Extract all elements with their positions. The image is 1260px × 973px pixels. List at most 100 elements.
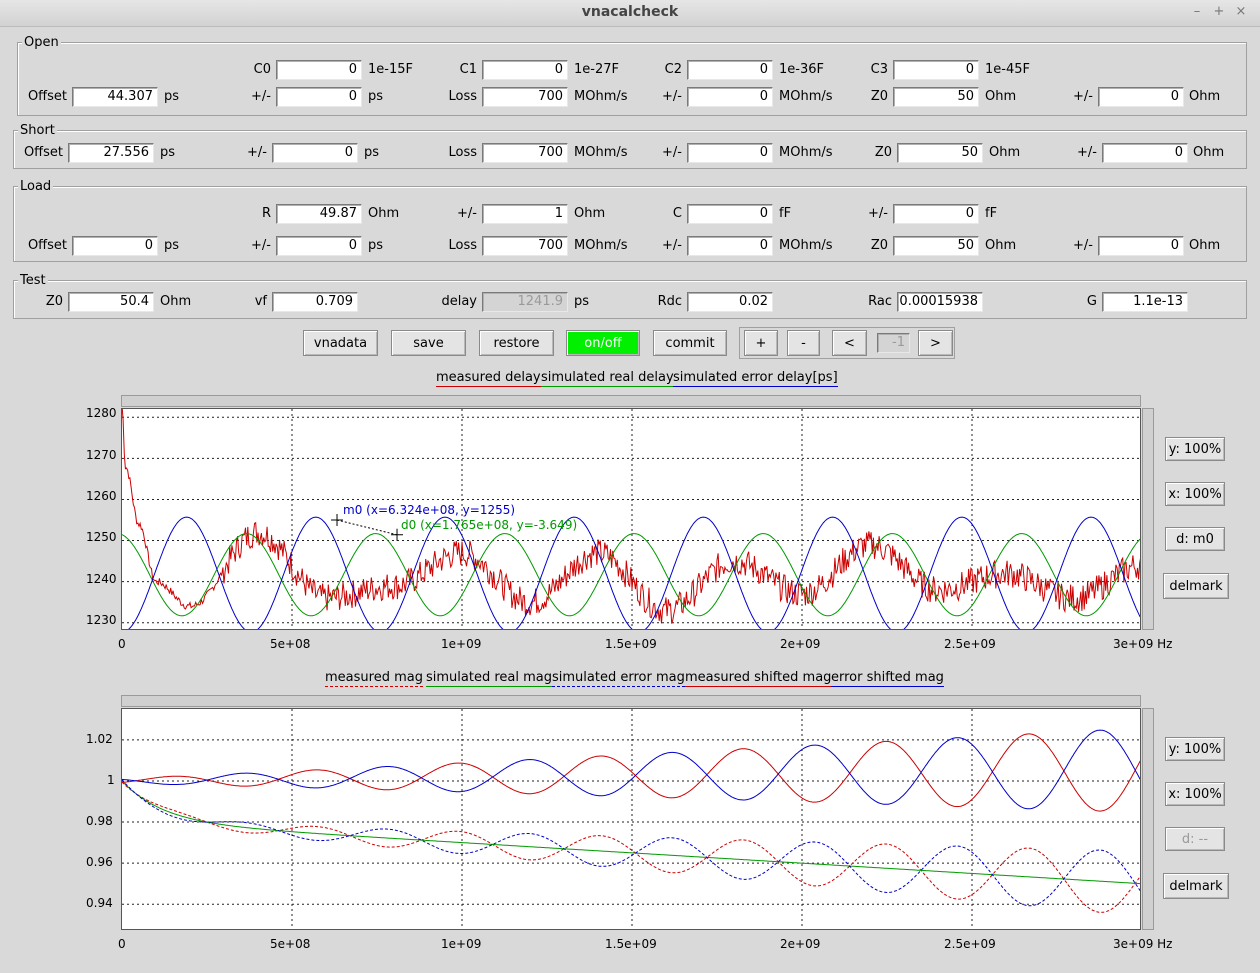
open-pm3-field[interactable]: 0 xyxy=(1098,87,1184,107)
open-z0-field[interactable]: 50 xyxy=(893,87,979,107)
chart2-horizontal-scrollbar[interactable] xyxy=(121,695,1141,707)
delta-line xyxy=(336,519,398,536)
close-button[interactable]: × xyxy=(1232,4,1250,20)
load-loss-field[interactable]: 700 xyxy=(482,236,568,256)
load-pmr-field[interactable]: 1 xyxy=(482,204,568,224)
chart1-x-zoom-button[interactable]: x: 100% xyxy=(1165,482,1225,506)
chart1-delta-marker-button[interactable]: d: m0 xyxy=(1165,527,1225,551)
chart2-delmark-button[interactable]: delmark xyxy=(1163,873,1229,899)
remove-button[interactable]: - xyxy=(787,330,820,356)
legend-error-shifted-mag[interactable]: error shifted mag xyxy=(831,670,944,687)
y-tick: 1.02 xyxy=(86,732,113,746)
legend-simulated-error-delay[interactable]: simulated error delay[ps] xyxy=(673,370,838,387)
load-z0-label: Z0 xyxy=(870,238,888,253)
y-tick: 1230 xyxy=(86,613,117,627)
next-button[interactable]: > xyxy=(918,330,953,356)
load-pm1-field[interactable]: 0 xyxy=(276,236,362,256)
vnadata-button[interactable]: vnadata xyxy=(303,330,378,356)
maximize-button[interactable]: + xyxy=(1210,4,1228,20)
c3-field[interactable]: 0 xyxy=(893,60,979,80)
load-loss-unit: MOhm/s xyxy=(574,238,628,253)
y-tick: 1260 xyxy=(86,489,117,503)
test-z0-unit: Ohm xyxy=(160,294,192,309)
load-r-unit: Ohm xyxy=(368,206,400,221)
chart1-horizontal-scrollbar[interactable] xyxy=(121,395,1141,407)
y-tick: 1250 xyxy=(86,530,117,544)
legend-simulated-error-mag[interactable]: simulated error mag xyxy=(552,670,685,687)
short-z0-field[interactable]: 50 xyxy=(897,143,983,163)
test-z0-field[interactable]: 50.4 xyxy=(68,292,154,312)
test-group-title: Test xyxy=(18,273,48,288)
legend-simulated-real-delay[interactable]: simulated real delay xyxy=(541,370,674,387)
short-pm1-field[interactable]: 0 xyxy=(272,143,358,163)
series-measured-mag xyxy=(122,781,1140,913)
open-pm3-unit: Ohm xyxy=(1189,89,1221,104)
legend-measured-mag[interactable]: measured mag xyxy=(325,670,423,687)
chart1-vertical-scrollbar[interactable] xyxy=(1142,408,1154,630)
magnitude-chart[interactable] xyxy=(121,708,1141,930)
test-delay-label: delay xyxy=(441,294,477,309)
x-tick: 2.5e+09 xyxy=(944,637,996,651)
short-pm2-field[interactable]: 0 xyxy=(687,143,773,163)
short-z0-label: Z0 xyxy=(874,145,892,160)
test-rac-field[interactable]: 0.00015938 xyxy=(897,292,983,312)
open-offset-unit: ps xyxy=(164,89,180,104)
test-delay-unit: ps xyxy=(574,294,590,309)
marker-m0-crosshair xyxy=(331,514,344,526)
c0-field[interactable]: 0 xyxy=(276,60,362,80)
series-simulated-error-mag xyxy=(122,779,1140,907)
x-tick: 5e+08 xyxy=(270,937,311,951)
test-g-field[interactable]: 1.1e-13 xyxy=(1102,292,1188,312)
legend-measured-shifted-mag[interactable]: measured shifted mag xyxy=(685,670,832,687)
short-z0-unit: Ohm xyxy=(989,145,1021,160)
short-pm1-label: +/- xyxy=(247,145,267,160)
chart2-vertical-scrollbar[interactable] xyxy=(1142,708,1154,930)
add-button[interactable]: + xyxy=(744,330,778,356)
load-offset-unit: ps xyxy=(164,238,180,253)
x-tick: 1e+09 xyxy=(441,937,482,951)
series-simulated-real-mag xyxy=(122,780,1140,885)
load-c-field[interactable]: 0 xyxy=(687,204,773,224)
c2-unit: 1e-36F xyxy=(779,62,824,77)
load-pmc-field[interactable]: 0 xyxy=(893,204,979,224)
test-vf-field[interactable]: 0.709 xyxy=(272,292,358,312)
open-loss-field[interactable]: 700 xyxy=(482,87,568,107)
chart1-delmark-button[interactable]: delmark xyxy=(1163,573,1229,599)
short-loss-field[interactable]: 700 xyxy=(482,143,568,163)
marker-m0-label: m0 (x=6.324e+08, y=1255) xyxy=(343,503,515,517)
load-pm3-field[interactable]: 0 xyxy=(1098,236,1184,256)
test-rdc-field[interactable]: 0.02 xyxy=(687,292,773,312)
short-pm3-field[interactable]: 0 xyxy=(1102,143,1188,163)
c1-field[interactable]: 0 xyxy=(482,60,568,80)
load-pm2-field[interactable]: 0 xyxy=(687,236,773,256)
open-pm2-field[interactable]: 0 xyxy=(687,87,773,107)
previous-button[interactable]: < xyxy=(832,330,867,356)
load-offset-field[interactable]: 0 xyxy=(72,236,158,256)
short-loss-label: Loss xyxy=(448,145,477,160)
commit-button[interactable]: commit xyxy=(653,330,727,356)
delay-chart[interactable]: m0 (x=6.324e+08, y=1255)d0 (x=1.765e+08,… xyxy=(121,408,1141,630)
load-r-label: R xyxy=(261,206,271,221)
legend-measured-delay[interactable]: measured delay xyxy=(436,370,541,387)
chart2-y-zoom-button[interactable]: y: 100% xyxy=(1165,737,1225,761)
open-loss-unit: MOhm/s xyxy=(574,89,628,104)
load-pm2-unit: MOhm/s xyxy=(779,238,833,253)
short-offset-field[interactable]: 27.556 xyxy=(68,143,154,163)
load-r-field[interactable]: 49.87 xyxy=(276,204,362,224)
onoff-toggle-button[interactable]: on/off xyxy=(566,330,640,356)
open-offset-field[interactable]: 44.307 xyxy=(72,87,158,107)
save-button[interactable]: save xyxy=(391,330,466,356)
chart1-y-zoom-button[interactable]: y: 100% xyxy=(1165,437,1225,461)
y-tick: 1280 xyxy=(86,406,117,420)
x-tick: 3e+09 Hz xyxy=(1113,937,1173,951)
load-z0-field[interactable]: 50 xyxy=(893,236,979,256)
legend-simulated-real-mag[interactable]: simulated real mag xyxy=(426,670,552,687)
restore-button[interactable]: restore xyxy=(479,330,554,356)
load-pmc-unit: fF xyxy=(985,206,998,221)
open-pm1-field[interactable]: 0 xyxy=(276,87,362,107)
c1-unit: 1e-27F xyxy=(574,62,619,77)
load-pmr-label: +/- xyxy=(457,206,477,221)
minimize-button[interactable]: – xyxy=(1188,4,1206,20)
chart2-x-zoom-button[interactable]: x: 100% xyxy=(1165,782,1225,806)
c2-field[interactable]: 0 xyxy=(687,60,773,80)
